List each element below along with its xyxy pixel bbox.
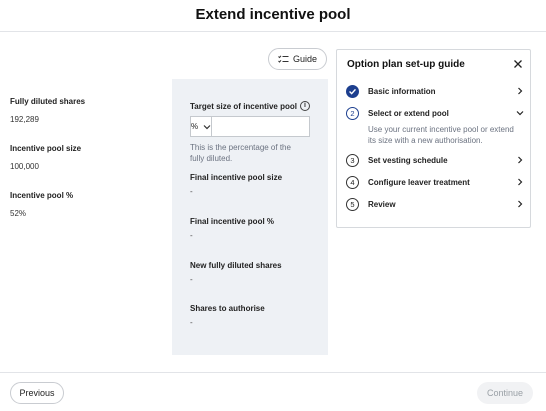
- info-icon[interactable]: i: [300, 101, 310, 111]
- stat-value: 192,289: [10, 115, 39, 124]
- footer-divider: [0, 372, 546, 373]
- stat-label: Incentive pool %: [10, 191, 74, 200]
- previous-button[interactable]: Previous: [10, 382, 64, 404]
- list-checks-icon: [278, 54, 289, 63]
- chevron-right-icon: [518, 87, 523, 95]
- close-icon[interactable]: [513, 59, 523, 69]
- shares-auth-value: -: [190, 318, 193, 327]
- page-header: Extend incentive pool: [0, 0, 546, 32]
- step-number: 2: [346, 106, 359, 120]
- step-label: Select or extend pool: [368, 108, 449, 118]
- page-title: Extend incentive pool: [195, 6, 351, 23]
- step-label: Basic information: [368, 86, 436, 96]
- step-description: Use your current incentive pool or exten…: [368, 125, 514, 145]
- chevron-right-icon: [518, 200, 523, 208]
- stat-label: Incentive pool size: [10, 144, 82, 153]
- final-pct-label: Final incentive pool %: [190, 217, 275, 226]
- step-complete-icon: [346, 84, 359, 98]
- guide-step-leaver[interactable]: 4 Configure leaver treatment: [346, 174, 524, 190]
- guide-step-vesting[interactable]: 3 Set vesting schedule: [346, 152, 524, 168]
- guide-step-basic-information[interactable]: Basic information: [346, 83, 524, 99]
- step-number: 4: [346, 175, 359, 189]
- pool-form-panel: Target size of incentive pool i % This i…: [172, 79, 331, 355]
- step-label: Configure leaver treatment: [368, 177, 470, 187]
- stat-pool-pct: Incentive pool % 52%: [10, 190, 160, 219]
- guide-step-review[interactable]: 5 Review: [346, 196, 524, 212]
- final-size-label: Final incentive pool size: [190, 173, 283, 182]
- step-number: 3: [346, 153, 359, 167]
- stat-fully-diluted: Fully diluted shares 192,289: [10, 96, 160, 125]
- chevron-right-icon: [518, 156, 523, 164]
- final-pct-value: -: [190, 231, 193, 240]
- chevron-down-icon: [516, 111, 524, 116]
- chevron-down-icon: [203, 124, 211, 129]
- guide-panel-title: Option plan set-up guide: [347, 59, 465, 70]
- unit-select[interactable]: %: [191, 117, 213, 136]
- target-size-help: This is the percentage of the fully dilu…: [190, 143, 291, 163]
- pool-stats: Fully diluted shares 192,289 Incentive p…: [10, 96, 160, 237]
- guide-step-select-extend-pool[interactable]: 2 Select or extend pool: [346, 105, 524, 121]
- target-size-input-group: %: [190, 116, 331, 137]
- shares-auth-label: Shares to authorise: [190, 304, 265, 313]
- stat-value: 52%: [10, 209, 27, 218]
- unit-select-value: %: [191, 122, 199, 131]
- guide-button[interactable]: Guide: [268, 48, 327, 70]
- target-size-label: Target size of incentive pool: [190, 102, 297, 111]
- new-fd-label: New fully diluted shares: [190, 261, 282, 270]
- step-number: 5: [346, 197, 359, 211]
- guide-button-label: Guide: [292, 54, 318, 64]
- chevron-right-icon: [518, 178, 523, 186]
- stat-pool-size: Incentive pool size 100,000: [10, 143, 160, 172]
- step-label: Set vesting schedule: [368, 155, 448, 165]
- target-size-input[interactable]: [212, 117, 331, 136]
- new-fd-value: -: [190, 275, 193, 284]
- stat-label: Fully diluted shares: [10, 97, 86, 106]
- step-label: Review: [368, 199, 396, 209]
- final-size-value: -: [190, 187, 193, 196]
- stat-value: 100,000: [10, 162, 39, 171]
- continue-button[interactable]: Continue: [477, 382, 533, 404]
- setup-guide-panel: Option plan set-up guide Basic informati…: [336, 49, 531, 228]
